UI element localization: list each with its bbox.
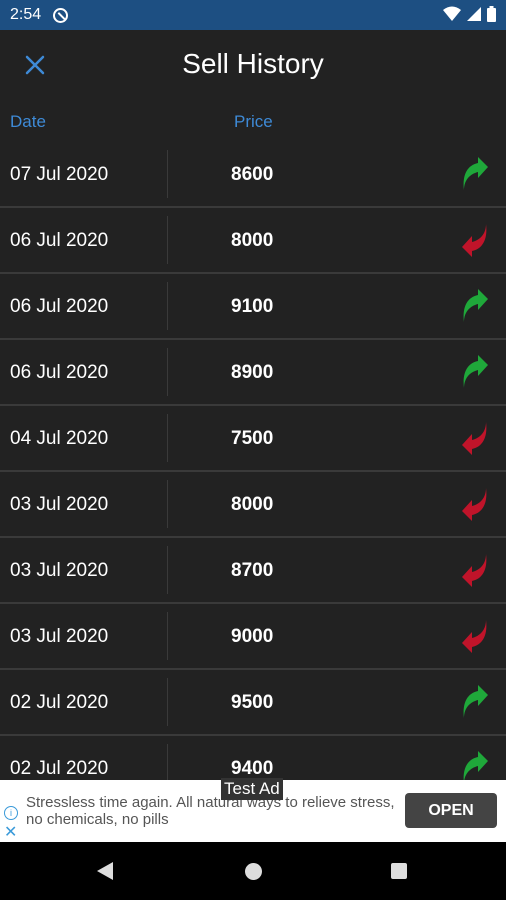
row-divider: [167, 216, 168, 264]
row-price: 9400: [231, 758, 274, 779]
signal-icon: [467, 7, 481, 21]
status-bar: 2:54: [0, 0, 506, 30]
table-row[interactable]: 06 Jul 2020 8000: [0, 208, 506, 274]
row-divider: [167, 348, 168, 396]
ad-banner[interactable]: i ✕ Stressless time again. All natural w…: [0, 778, 506, 842]
row-divider: [167, 546, 168, 594]
ad-text: Stressless time again. All natural ways …: [26, 794, 395, 828]
row-date: 06 Jul 2020: [10, 362, 109, 383]
page-title: Sell History: [182, 48, 324, 79]
table-row[interactable]: 03 Jul 2020 8000: [0, 472, 506, 538]
trend-down-icon: [460, 552, 490, 588]
trend-up-icon: [460, 288, 490, 324]
table-row[interactable]: 07 Jul 2020 8600: [0, 142, 506, 208]
table-row[interactable]: 03 Jul 2020 9000: [0, 604, 506, 670]
row-date: 06 Jul 2020: [10, 296, 109, 317]
table-row[interactable]: 02 Jul 2020 9500: [0, 670, 506, 736]
ad-close-icon[interactable]: ✕: [4, 822, 17, 842]
row-date: 04 Jul 2020: [10, 428, 109, 449]
row-price: 8700: [231, 560, 274, 581]
row-date: 03 Jul 2020: [10, 494, 109, 515]
row-price: 8900: [231, 362, 274, 383]
trend-up-icon: [460, 156, 490, 192]
table-row[interactable]: 04 Jul 2020 7500: [0, 406, 506, 472]
row-date: 07 Jul 2020: [10, 164, 109, 185]
table-row[interactable]: 03 Jul 2020 8700: [0, 538, 506, 604]
back-icon[interactable]: [97, 862, 113, 880]
trend-down-icon: [460, 486, 490, 522]
row-date: 02 Jul 2020: [10, 758, 109, 779]
ad-info-icon[interactable]: i: [4, 806, 18, 820]
trend-down-icon: [460, 420, 490, 456]
trend-up-icon: [460, 684, 490, 720]
table-row[interactable]: 06 Jul 2020 9100: [0, 274, 506, 340]
price-column-header: Price: [234, 112, 273, 131]
row-date: 02 Jul 2020: [10, 692, 109, 713]
row-divider: [167, 150, 168, 198]
row-date: 06 Jul 2020: [10, 230, 109, 251]
app-bar: Sell History: [0, 30, 506, 102]
battery-icon: [487, 6, 496, 22]
test-ad-label: Test Ad: [221, 778, 283, 800]
trend-down-icon: [460, 618, 490, 654]
sell-history-list: 07 Jul 2020 8600 06 Jul 2020 8000 06 Jul 202…: [0, 142, 506, 802]
table-row[interactable]: 06 Jul 2020 8900: [0, 340, 506, 406]
trend-up-icon: [460, 354, 490, 390]
row-price: 9500: [231, 692, 274, 713]
wifi-icon: [443, 6, 461, 21]
ad-open-button[interactable]: OPEN: [405, 793, 497, 828]
row-price: 9100: [231, 296, 274, 317]
status-icons: [443, 6, 496, 22]
home-icon[interactable]: [245, 863, 262, 880]
row-divider: [167, 480, 168, 528]
row-price: 8000: [231, 494, 274, 515]
date-column-header: Date: [10, 112, 46, 131]
notification-icon: [53, 7, 69, 23]
row-price: 8000: [231, 230, 274, 251]
row-divider: [167, 414, 168, 462]
row-divider: [167, 678, 168, 726]
row-date: 03 Jul 2020: [10, 626, 109, 647]
row-price: 7500: [231, 428, 274, 449]
row-divider: [167, 612, 168, 660]
status-time: 2:54: [10, 6, 42, 23]
row-date: 03 Jul 2020: [10, 560, 109, 581]
row-price: 9000: [231, 626, 274, 647]
row-divider: [167, 282, 168, 330]
row-price: 8600: [231, 164, 274, 185]
column-headers: Date Price: [0, 102, 506, 142]
trend-down-icon: [460, 222, 490, 258]
navigation-bar: [0, 842, 506, 900]
recents-icon[interactable]: [391, 863, 407, 879]
